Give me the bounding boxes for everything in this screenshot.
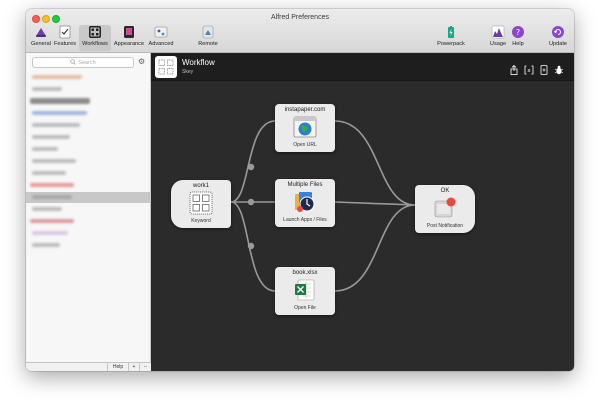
list-item-selected[interactable]: [26, 192, 151, 203]
toolbar-features-label: Features: [53, 41, 77, 47]
toolbar-appearance-label: Appearance: [113, 41, 145, 47]
launch-apps-node-title: Multiple Files: [287, 182, 323, 188]
list-item[interactable]: [26, 72, 151, 83]
search-input[interactable]: Search: [32, 57, 134, 68]
app-launcher-icon: [293, 190, 317, 216]
toolbar-help[interactable]: ? Help: [508, 25, 528, 51]
sidebar-bottom-bar: Help + −: [26, 362, 151, 371]
svg-text:?: ?: [516, 28, 520, 37]
open-url-node-title: instapaper.com: [284, 107, 326, 113]
open-file-node-title: book.xlsx: [292, 270, 318, 276]
toolbar-advanced[interactable]: Advanced: [147, 25, 175, 51]
list-item[interactable]: [26, 180, 151, 191]
workflow-title: Workflow: [182, 58, 215, 67]
help-button[interactable]: Help: [107, 363, 128, 371]
notification-badge-icon: [433, 196, 457, 222]
keyword-node-subtitle: Keyword: [191, 218, 211, 224]
toolbar-advanced-label: Advanced: [148, 41, 174, 47]
open-file-node-subtitle: Open File: [294, 305, 316, 311]
open-file-node[interactable]: book.xlsx Open File: [275, 267, 335, 315]
toolbar-update-label: Update: [548, 41, 568, 47]
workflow-header: Workflow Skey x: [151, 53, 574, 81]
post-notification-node[interactable]: OK Post Notification: [415, 185, 475, 233]
toolbar-update[interactable]: Update: [546, 25, 570, 51]
globe-browser-icon: [293, 115, 317, 141]
list-item[interactable]: [26, 132, 151, 143]
toolbar-remote-label: Remote: [198, 41, 218, 47]
connection-dot: [247, 163, 255, 171]
open-folder-icon[interactable]: [539, 62, 549, 75]
remote-icon: [201, 25, 215, 39]
debug-bug-icon[interactable]: [554, 62, 564, 75]
gear-icon[interactable]: ⚙: [138, 57, 145, 67]
keyword-node-title: work1: [192, 183, 209, 189]
toolbar-workflows[interactable]: Workflows: [79, 25, 111, 51]
update-refresh-icon: [551, 25, 565, 39]
workflow-subtitle: Skey: [182, 69, 194, 75]
variables-icon[interactable]: x: [524, 62, 534, 75]
remove-workflow-button[interactable]: −: [139, 363, 151, 371]
toolbar-general-label: General: [31, 41, 51, 47]
list-item[interactable]: [26, 108, 151, 119]
keyword-node[interactable]: work1 Keyword: [171, 180, 231, 228]
toolbar-general[interactable]: General: [30, 25, 52, 51]
add-workflow-button[interactable]: +: [128, 363, 139, 371]
alfred-hat-icon: [34, 25, 48, 39]
excel-file-icon: [293, 278, 317, 304]
workflow-icon[interactable]: [155, 56, 177, 78]
connection-open-file-to-notification: [334, 204, 416, 292]
toolbar-workflows-label: Workflows: [82, 41, 108, 47]
svg-text:x: x: [527, 68, 531, 74]
list-item[interactable]: [26, 204, 151, 215]
usage-chart-icon: [491, 25, 505, 39]
toolbar-help-label: Help: [512, 41, 524, 47]
launch-apps-node-subtitle: Launch Apps / Files: [283, 217, 327, 223]
toolbar-usage-label: Usage: [489, 41, 507, 47]
toolbar-features[interactable]: Features: [53, 25, 77, 51]
advanced-icon: [154, 25, 168, 39]
open-url-node[interactable]: instapaper.com Open URL: [275, 104, 335, 152]
list-item[interactable]: [26, 228, 151, 239]
list-item[interactable]: [26, 96, 151, 107]
toolbar-powerpack[interactable]: Powerpack: [434, 25, 468, 51]
open-url-node-subtitle: Open URL: [293, 142, 317, 148]
list-item[interactable]: [26, 240, 151, 251]
workflows-sidebar: Search ⚙ Help + −: [26, 53, 151, 371]
toolbar-powerpack-label: Powerpack: [437, 41, 465, 47]
connection-dot: [247, 198, 255, 206]
connection-keyword-to-open-url: [230, 120, 276, 203]
list-item[interactable]: [26, 216, 151, 227]
search-icon: [70, 58, 77, 67]
powerpack-battery-icon: [444, 25, 458, 39]
connection-open-url-to-notification: [334, 120, 416, 206]
help-question-icon: ?: [511, 25, 525, 39]
share-icon[interactable]: [509, 62, 519, 75]
workflow-editor: Workflow Skey x work1 Keyword instapaper…: [151, 53, 574, 371]
keyword-grid-icon: [189, 191, 213, 217]
list-item[interactable]: [26, 84, 151, 95]
post-notification-node-subtitle: Post Notification: [426, 223, 464, 229]
search-placeholder: Search: [78, 59, 96, 66]
toolbar-appearance[interactable]: Appearance: [112, 25, 146, 51]
workflows-grid-icon: [88, 25, 102, 39]
connection-dot: [247, 242, 255, 250]
window-title: Alfred Preferences: [271, 14, 329, 21]
post-notification-node-title: OK: [440, 188, 450, 194]
workflow-canvas[interactable]: work1 Keyword instapaper.com Open URL Mu…: [151, 81, 574, 371]
toolbar-remote[interactable]: Remote: [194, 25, 222, 51]
list-item[interactable]: [26, 156, 151, 167]
appearance-icon: [122, 25, 136, 39]
toolbar-usage[interactable]: Usage: [486, 25, 510, 51]
list-item[interactable]: [26, 168, 151, 179]
list-item[interactable]: [26, 144, 151, 155]
list-item[interactable]: [26, 120, 151, 131]
launch-apps-node[interactable]: Multiple Files Launch Apps / Files: [275, 179, 335, 227]
alfred-preferences-window: Alfred Preferences General Features Work…: [26, 9, 574, 371]
features-checkbox-icon: [58, 25, 72, 39]
title-bar: Alfred Preferences General Features Work…: [26, 9, 574, 53]
